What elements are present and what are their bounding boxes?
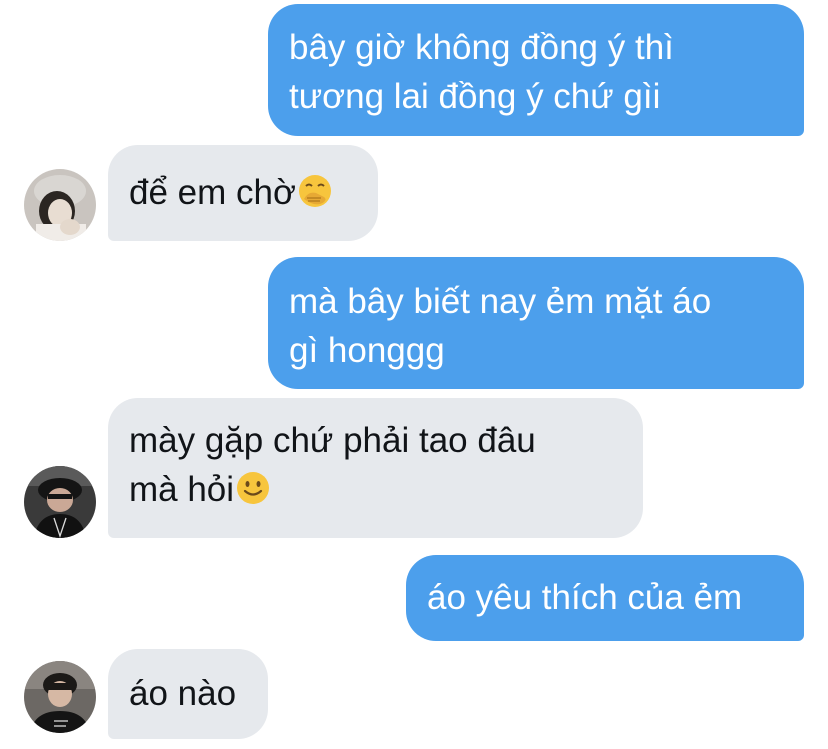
hand-over-mouth-emoji-icon bbox=[298, 175, 331, 207]
contact-avatar[interactable] bbox=[24, 169, 96, 241]
incoming-message-bubble[interactable]: áo nào bbox=[108, 649, 268, 739]
outgoing-message-bubble[interactable]: áo yêu thích của ẻm bbox=[406, 555, 804, 641]
message-text: để em chờ bbox=[129, 173, 296, 212]
message-text: bây giờ không đồng ý thì bbox=[289, 28, 674, 67]
outgoing-message-bubble[interactable]: bây giờ không đồng ý thì tương lai đồng … bbox=[268, 4, 804, 136]
message-text: áo yêu thích của ẻm bbox=[427, 578, 743, 617]
incoming-message-bubble[interactable]: để em chờ bbox=[108, 145, 378, 241]
message-line: mà hỏi bbox=[129, 465, 622, 514]
message-text: mà hỏi bbox=[129, 470, 235, 509]
message-text: mà bây biết nay ẻm mặt áo bbox=[289, 282, 712, 321]
message-text: mày gặp chứ phải tao đâu bbox=[129, 421, 536, 460]
message-text: gì honggg bbox=[289, 331, 445, 370]
incoming-message-bubble[interactable]: mày gặp chứ phải tao đâu mà hỏi bbox=[108, 398, 643, 538]
message-text: tương lai đồng ý chứ gìi bbox=[289, 77, 661, 116]
outgoing-message-bubble[interactable]: mà bây biết nay ẻm mặt áo gì honggg bbox=[268, 257, 804, 389]
message-text: áo nào bbox=[129, 674, 237, 713]
contact-avatar[interactable] bbox=[24, 466, 96, 538]
slightly-smiling-emoji-icon bbox=[237, 472, 270, 504]
contact-avatar[interactable] bbox=[24, 661, 96, 733]
